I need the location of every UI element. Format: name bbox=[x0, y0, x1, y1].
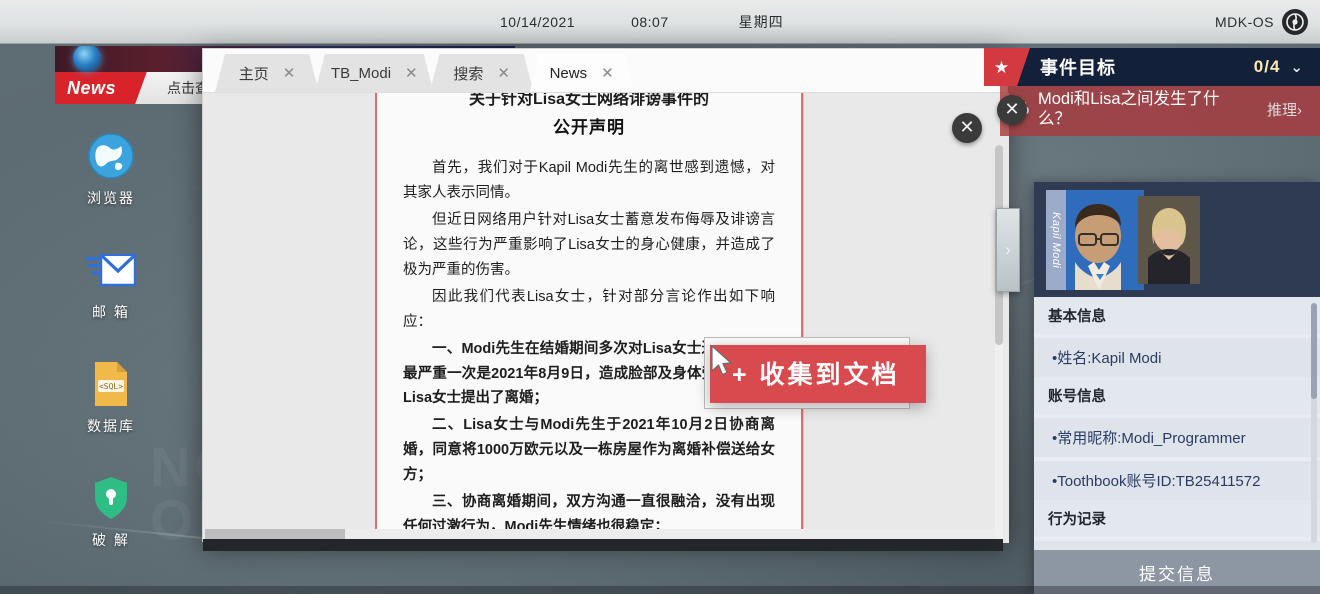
desktop-icon-crack[interactable]: 破 解 bbox=[78, 472, 144, 550]
document-title: 公开声明 bbox=[553, 118, 625, 137]
tab-close-icon[interactable]: ✕ bbox=[497, 66, 510, 81]
section-heading-basic: 基本信息 bbox=[1034, 297, 1320, 334]
shield-key-icon bbox=[78, 472, 144, 524]
character-detail-list[interactable]: 基本信息 •姓名:Kapil Modi 账号信息 •常用昵称:Modi_Prog… bbox=[1034, 297, 1320, 553]
browser-tab-tb-modi[interactable]: TB_Modi ✕ bbox=[315, 54, 434, 92]
bottom-strip bbox=[0, 586, 1320, 594]
character-info-panel: Kapil Modi 基本信息 •姓名:Kapil Modi 账号信息 •常用昵… bbox=[1034, 182, 1320, 594]
document-paragraph: 首先，我们对于Kapil Modi先生的离世感到遗憾，对其家人表示同情。 bbox=[403, 160, 775, 201]
document-right-rule bbox=[803, 93, 804, 543]
objective-panel: ★ 事件目标 0/4 ⌄ 5% Modi和Lisa之间发生了什么？ 推理› bbox=[984, 48, 1320, 136]
desktop-icon-mail[interactable]: 邮 箱 bbox=[78, 244, 144, 322]
objective-entry[interactable]: 5% Modi和Lisa之间发生了什么？ 推理› bbox=[1000, 86, 1320, 136]
document-paragraph: 但近日网络用户针对Lisa女士蓄意发布侮辱及诽谤言论，这些行为严重影响了Lisa… bbox=[403, 211, 775, 278]
window-close-outer-button[interactable]: ✕ bbox=[997, 95, 1027, 125]
collect-to-document-popup: + 收集到文档 bbox=[704, 337, 926, 409]
objective-deduce-link[interactable]: 推理› bbox=[1267, 99, 1302, 120]
system-date: 10/14/2021 bbox=[500, 13, 576, 30]
scrollbar-thumb[interactable] bbox=[205, 529, 345, 539]
browser-tab-home[interactable]: 主页 ✕ bbox=[215, 54, 319, 92]
tab-label: News bbox=[549, 64, 588, 82]
tab-close-icon[interactable]: ✕ bbox=[405, 66, 418, 81]
document-page: 关于针对Lisa女士网络诽谤事件的 公开声明 首先，我们对于Kapil Modi… bbox=[375, 93, 803, 543]
document-title-top: 关于针对Lisa女士网络诽谤事件的 bbox=[468, 93, 710, 108]
window-footer-bar bbox=[203, 539, 1003, 551]
browser-tab-search[interactable]: 搜索 ✕ bbox=[430, 54, 534, 92]
window-close-inner-button[interactable]: ✕ bbox=[952, 113, 982, 143]
system-time: 08:07 bbox=[631, 13, 669, 30]
system-bar: 10/14/2021 08:07 星期四 MDK-OS bbox=[0, 0, 1320, 44]
portrait-name-tag: Kapil Modi bbox=[1046, 190, 1066, 290]
document-vertical-scrollbar[interactable] bbox=[995, 145, 1003, 543]
document-paragraph: 因此我们代表Lisa女士，针对部分言论作出如下响应： bbox=[403, 288, 775, 330]
panel-scrollbar[interactable] bbox=[1311, 303, 1317, 543]
objective-title: 事件目标 bbox=[1040, 58, 1116, 78]
section-heading-behavior: 行为记录 bbox=[1034, 500, 1320, 537]
mouse-cursor-icon bbox=[711, 345, 733, 376]
database-sql-icon: <SQL> bbox=[78, 358, 144, 410]
star-glyph: ★ bbox=[993, 57, 1011, 77]
tab-label: 搜索 bbox=[453, 65, 484, 83]
tab-close-icon[interactable]: ✕ bbox=[601, 66, 614, 81]
objective-question: Modi和Lisa之间发生了什么？ bbox=[1038, 90, 1220, 128]
system-weekday: 星期四 bbox=[738, 13, 784, 30]
objective-header[interactable]: ★ 事件目标 0/4 ⌄ bbox=[984, 48, 1320, 86]
desktop-icon-database[interactable]: <SQL> 数据库 bbox=[78, 358, 144, 436]
desktop-icon-label: 浏览器 bbox=[87, 190, 135, 206]
objective-count: 0/4 bbox=[1253, 57, 1281, 76]
document-viewport: 关于针对Lisa女士网络诽谤事件的 公开声明 首先，我们对于Kapil Modi… bbox=[203, 93, 1009, 543]
browser-tab-strip: 主页 ✕ TB_Modi ✕ 搜索 ✕ News ✕ bbox=[203, 49, 1007, 93]
collect-to-document-button[interactable]: + 收集到文档 bbox=[710, 345, 926, 403]
os-name: MDK-OS bbox=[1215, 13, 1274, 30]
svg-text:<SQL>: <SQL> bbox=[99, 382, 123, 391]
browser-tab-news[interactable]: News ✕ bbox=[530, 54, 634, 92]
document-horizontal-scrollbar[interactable] bbox=[205, 529, 995, 539]
list-item[interactable]: •Toothbook账号ID:TB25411572 bbox=[1034, 461, 1320, 500]
globe-icon bbox=[78, 130, 144, 182]
scrollbar-thumb[interactable] bbox=[1311, 303, 1317, 399]
document-paragraph: 二、Lisa女士与Modi先生于2021年10月2日协商离婚，同意将1000万欧… bbox=[403, 417, 775, 484]
character-portrait-area: Kapil Modi bbox=[1034, 182, 1320, 297]
list-item[interactable]: •常用昵称:Modi_Programmer bbox=[1034, 418, 1320, 457]
news-eye-icon bbox=[73, 46, 101, 72]
avatar-kapil-modi[interactable]: Kapil Modi bbox=[1046, 190, 1144, 290]
desktop-icon-label: 数据库 bbox=[87, 418, 135, 434]
panel-expand-button[interactable]: › bbox=[996, 208, 1020, 292]
desktop-icon-dock: 浏览器 邮 箱 <SQL> 数据库 破 解 bbox=[78, 130, 144, 586]
screen: NGDOUT 10/14/2021 08:07 星期四 MDK-OS News … bbox=[0, 0, 1320, 594]
desktop-icon-label: 破 解 bbox=[92, 532, 130, 548]
browser-window: 主页 ✕ TB_Modi ✕ 搜索 ✕ News ✕ 关于针对Lisa女士网络诽… bbox=[202, 48, 1027, 551]
tab-label: 主页 bbox=[238, 65, 269, 83]
avatar-secondary[interactable] bbox=[1138, 196, 1200, 284]
os-logo-icon[interactable] bbox=[1282, 8, 1308, 35]
section-heading-account: 账号信息 bbox=[1034, 377, 1320, 414]
tab-close-icon[interactable]: ✕ bbox=[283, 66, 296, 81]
star-icon: ★ bbox=[984, 48, 1030, 86]
chevron-down-icon[interactable]: ⌄ bbox=[1290, 58, 1304, 76]
desktop-icon-label: 邮 箱 bbox=[92, 304, 130, 320]
tab-label: TB_Modi bbox=[331, 64, 392, 82]
desktop-icon-browser[interactable]: 浏览器 bbox=[78, 130, 144, 208]
list-item[interactable]: •姓名:Kapil Modi bbox=[1034, 338, 1320, 377]
mail-icon bbox=[78, 244, 144, 296]
